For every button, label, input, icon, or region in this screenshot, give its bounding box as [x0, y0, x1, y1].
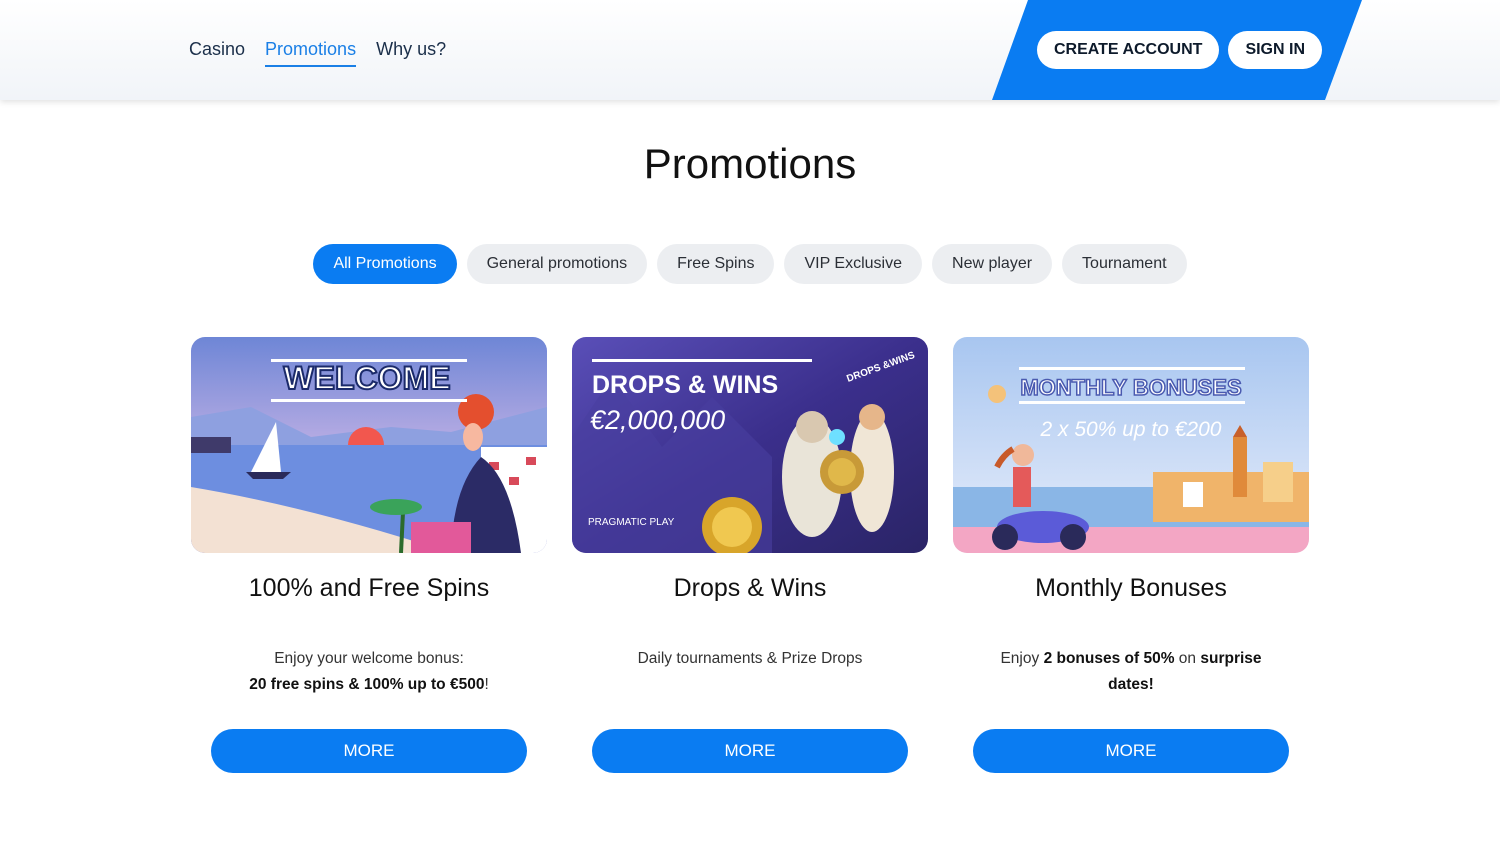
pragmatic-play-logo: PRAGMATIC PLAY — [588, 517, 675, 528]
more-button[interactable]: MORE — [592, 729, 908, 773]
promotion-filters: All Promotions General promotions Free S… — [0, 244, 1500, 284]
welcome-banner-image[interactable]: WELCOME — [191, 337, 547, 553]
card-description-line: Enjoy your welcome bonus: — [274, 650, 464, 667]
promotion-card-drops-wins: DROPS & WINS €2,000,000 DROPS &WINS PRAG… — [572, 337, 928, 773]
filter-vip-exclusive[interactable]: VIP Exclusive — [784, 244, 923, 284]
filter-general-promotions[interactable]: General promotions — [466, 244, 648, 284]
nav-casino[interactable]: Casino — [189, 37, 245, 67]
drops-wins-banner-image[interactable]: DROPS & WINS €2,000,000 DROPS &WINS PRAG… — [572, 337, 928, 553]
monthly-banner-subtitle: 2 x 50% up to €200 — [1040, 418, 1222, 441]
card-description-mid: on — [1174, 650, 1201, 667]
create-account-button[interactable]: CREATE ACCOUNT — [1037, 31, 1220, 69]
card-description: Enjoy 2 bonuses of 50% on surprise dates… — [953, 646, 1309, 698]
drops-wins-banner-title: DROPS & WINS — [592, 371, 778, 399]
card-title: Monthly Bonuses — [1035, 574, 1227, 602]
monthly-banner-title: MONTHLY BONUSES — [1020, 375, 1241, 400]
nav-why-us[interactable]: Why us? — [376, 37, 446, 67]
welcome-banner-title: WELCOME — [283, 360, 450, 396]
filter-all-promotions[interactable]: All Promotions — [313, 244, 457, 284]
more-button[interactable]: MORE — [973, 729, 1289, 773]
drops-wins-banner-amount: €2,000,000 — [590, 405, 725, 435]
promotion-cards: WELCOME 100% and Free Spins Enjoy your w… — [191, 337, 1309, 773]
card-title: 100% and Free Spins — [248, 574, 490, 602]
page-title: Promotions — [643, 140, 857, 187]
auth-panel: CREATE ACCOUNT SIGN IN — [992, 0, 1362, 100]
filter-tournament[interactable]: Tournament — [1062, 244, 1187, 284]
card-description-end: ! — [484, 676, 489, 693]
main-nav: Casino Promotions Why us? — [189, 37, 446, 67]
more-button[interactable]: MORE — [211, 729, 527, 773]
card-description-bold-1: 2 bonuses of 50% — [1043, 650, 1175, 667]
promotion-card-monthly: MONTHLY BONUSES 2 x 50% up to €200 Month… — [953, 337, 1309, 773]
sign-in-button[interactable]: SIGN IN — [1228, 31, 1322, 69]
card-description-bold: 20 free spins & 100% up to €500 — [249, 676, 485, 693]
filter-new-player[interactable]: New player — [932, 244, 1053, 284]
card-title: Drops & Wins — [673, 574, 827, 602]
promotion-card-welcome: WELCOME 100% and Free Spins Enjoy your w… — [191, 337, 547, 773]
card-description-line: Daily tournaments & Prize Drops — [637, 650, 863, 667]
filter-free-spins[interactable]: Free Spins — [657, 244, 775, 284]
card-description-pre: Enjoy — [1000, 650, 1044, 667]
card-description: Daily tournaments & Prize Drops — [572, 646, 928, 698]
card-description: Enjoy your welcome bonus: 20 free spins … — [191, 646, 547, 698]
monthly-banner-image[interactable]: MONTHLY BONUSES 2 x 50% up to €200 — [953, 337, 1309, 553]
nav-promotions[interactable]: Promotions — [265, 37, 357, 67]
site-header: Casino Promotions Why us? CREATE ACCOUNT… — [0, 0, 1500, 100]
